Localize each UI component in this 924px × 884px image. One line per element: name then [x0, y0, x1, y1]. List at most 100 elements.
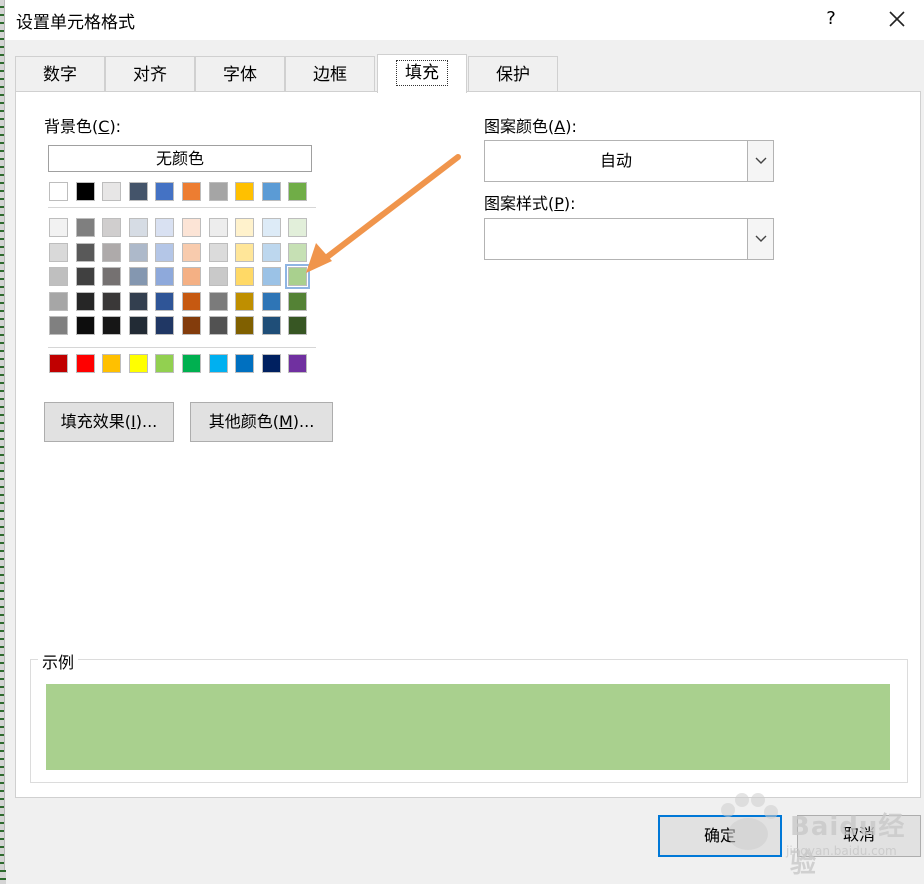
chevron-down-icon	[755, 157, 767, 164]
color-swatch[interactable]	[208, 242, 228, 262]
color-swatch[interactable]	[155, 267, 175, 286]
close-icon	[889, 11, 905, 27]
color-swatch[interactable]	[261, 354, 281, 373]
color-swatch[interactable]	[102, 242, 122, 262]
color-swatch[interactable]	[49, 316, 68, 335]
color-swatch[interactable]	[102, 182, 122, 201]
color-swatch[interactable]	[155, 182, 175, 201]
pattern-style-label: 图案样式(P):	[484, 194, 576, 213]
color-swatch[interactable]	[208, 267, 228, 286]
tab-1[interactable]: 对齐	[105, 56, 195, 92]
color-swatch[interactable]	[261, 218, 281, 237]
color-swatch[interactable]	[182, 291, 201, 311]
color-swatch[interactable]	[155, 242, 175, 262]
color-swatch[interactable]	[102, 291, 122, 311]
tab-4[interactable]: 填充	[377, 54, 467, 93]
tab-3[interactable]: 边框	[285, 56, 375, 92]
color-swatch[interactable]	[288, 182, 308, 201]
color-swatch[interactable]	[261, 267, 281, 286]
color-swatch[interactable]	[182, 218, 201, 237]
color-swatch[interactable]	[49, 267, 68, 286]
fill-panel: 背景色(C): 无颜色 填充效果(I)... 其他颜色(M)... 图案颜色(A…	[15, 91, 921, 798]
ok-button[interactable]: 确定	[658, 815, 782, 857]
color-swatch-selected[interactable]	[285, 264, 311, 289]
color-swatch[interactable]	[208, 182, 228, 201]
color-swatch[interactable]	[49, 242, 68, 262]
color-swatch[interactable]	[128, 242, 148, 262]
pattern-color-select[interactable]: 自动	[484, 140, 774, 182]
color-swatch[interactable]	[102, 316, 122, 335]
color-swatch[interactable]	[49, 291, 68, 311]
color-swatch[interactable]	[75, 182, 95, 201]
help-button[interactable]: ?	[818, 5, 844, 33]
color-swatch[interactable]	[155, 218, 175, 237]
color-swatch[interactable]	[75, 267, 95, 286]
title-bar: 设置单元格格式 ?	[5, 0, 924, 40]
dropdown-button[interactable]	[747, 219, 773, 259]
tab-2[interactable]: 字体	[195, 56, 285, 92]
pattern-color-value: 自动	[599, 151, 632, 170]
color-swatch[interactable]	[49, 182, 68, 201]
color-swatch[interactable]	[261, 291, 281, 311]
color-swatch[interactable]	[288, 291, 308, 311]
color-swatch[interactable]	[128, 267, 148, 286]
color-swatch[interactable]	[235, 267, 255, 286]
color-swatch[interactable]	[75, 316, 95, 335]
color-swatch[interactable]	[288, 242, 308, 262]
color-swatch[interactable]	[155, 291, 175, 311]
color-swatch[interactable]	[208, 218, 228, 237]
color-swatch[interactable]	[75, 218, 95, 237]
tab-label: 边框	[313, 65, 347, 85]
color-swatch[interactable]	[235, 291, 255, 311]
color-swatch[interactable]	[75, 354, 95, 373]
color-swatch[interactable]	[128, 316, 148, 335]
color-swatch[interactable]	[155, 354, 175, 373]
watermark-url: jingyan.baidu.com	[786, 844, 897, 858]
background-color-label: 背景色(C):	[44, 117, 122, 136]
color-swatch[interactable]	[75, 291, 95, 311]
color-swatch[interactable]	[261, 316, 281, 335]
color-swatch[interactable]	[128, 218, 148, 237]
color-swatch[interactable]	[155, 316, 175, 335]
color-swatch[interactable]	[182, 182, 201, 201]
color-swatch[interactable]	[235, 316, 255, 335]
color-swatch[interactable]	[49, 218, 68, 237]
color-swatch[interactable]	[102, 267, 122, 286]
color-swatch[interactable]	[235, 182, 255, 201]
color-swatch[interactable]	[288, 218, 308, 237]
chevron-down-icon	[755, 235, 767, 242]
color-swatch[interactable]	[182, 267, 201, 286]
tab-label: 字体	[223, 65, 257, 85]
color-swatch[interactable]	[128, 354, 148, 373]
close-button[interactable]	[881, 5, 913, 33]
no-color-button[interactable]: 无颜色	[48, 145, 312, 172]
dropdown-button[interactable]	[747, 141, 773, 181]
color-swatch[interactable]	[235, 354, 255, 373]
color-swatch[interactable]	[102, 218, 122, 237]
color-swatch[interactable]	[261, 182, 281, 201]
color-swatch[interactable]	[128, 182, 148, 201]
color-swatch[interactable]	[182, 354, 201, 373]
tab-label: 对齐	[133, 65, 167, 85]
color-swatch[interactable]	[208, 316, 228, 335]
color-swatch[interactable]	[208, 291, 228, 311]
color-swatch[interactable]	[102, 354, 122, 373]
color-swatch[interactable]	[128, 291, 148, 311]
color-swatch[interactable]	[75, 242, 95, 262]
color-swatch[interactable]	[288, 316, 308, 335]
tab-0[interactable]: 数字	[15, 56, 105, 92]
dialog-title: 设置单元格格式	[16, 13, 135, 33]
color-swatch[interactable]	[235, 242, 255, 262]
color-swatch[interactable]	[182, 242, 201, 262]
color-swatch[interactable]	[261, 242, 281, 262]
color-swatch[interactable]	[235, 218, 255, 237]
tab-5[interactable]: 保护	[468, 56, 558, 92]
color-swatch[interactable]	[208, 354, 228, 373]
fill-effects-button[interactable]: 填充效果(I)...	[44, 402, 174, 442]
color-swatch[interactable]	[182, 316, 201, 335]
color-swatch[interactable]	[288, 354, 308, 373]
more-colors-button[interactable]: 其他颜色(M)...	[190, 402, 333, 442]
pattern-style-select[interactable]	[484, 218, 774, 260]
watermark-text: Baidu经验	[790, 812, 906, 879]
color-swatch[interactable]	[49, 354, 68, 373]
